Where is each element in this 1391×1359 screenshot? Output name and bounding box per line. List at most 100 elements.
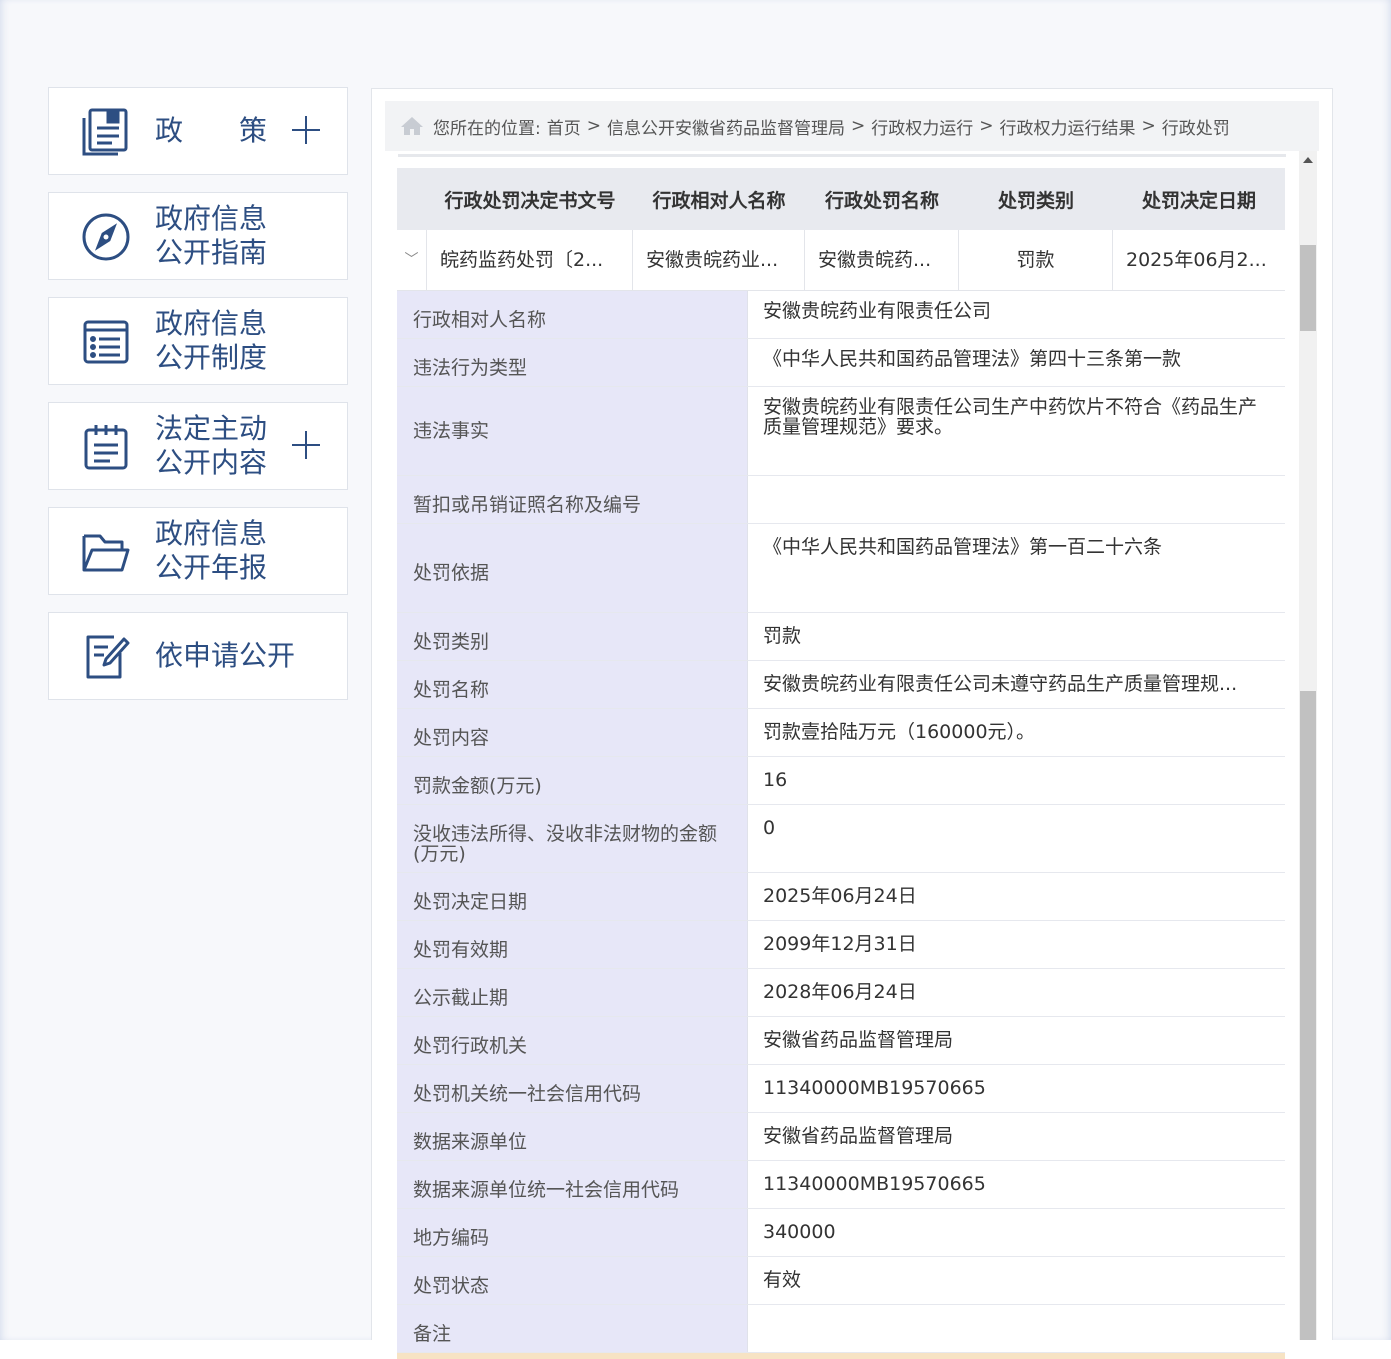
detail-row: 罚款金额(万元) 16 bbox=[397, 757, 1285, 805]
breadcrumb-home[interactable]: 首页 bbox=[547, 114, 581, 139]
detail-label: 处罚机关统一社会信用代码 bbox=[397, 1065, 748, 1112]
sidebar-item-label: 政府信息 公开年报 bbox=[155, 517, 268, 584]
breadcrumb: 您所在的位置: 首页 > 信息公开安徽省药品监督管理局 > 行政权力运行 > 行… bbox=[385, 101, 1319, 151]
detail-row: 公示截止期 2028年06月24日 bbox=[397, 969, 1285, 1017]
scroll-thumb[interactable] bbox=[1300, 691, 1316, 1340]
detail-row: 违法行为类型 《中华人民共和国药品管理法》第四十三条第一款 bbox=[397, 339, 1285, 387]
divider bbox=[398, 154, 1286, 157]
detail-label: 违法行为类型 bbox=[397, 339, 748, 386]
table-row[interactable]: ﹀ 皖药监药处罚〔2... 安徽贵皖药业... 安徽贵皖药... 罚款 2025… bbox=[397, 230, 1285, 291]
sidebar-item-label: 政 策 bbox=[155, 114, 268, 147]
detail-value: 安徽省药品监督管理局 bbox=[763, 1029, 954, 1051]
breadcrumb-separator: > bbox=[979, 116, 994, 136]
chevron-down-icon[interactable]: ﹀ bbox=[397, 230, 427, 290]
detail-row: 处罚名称 安徽贵皖药业有限责任公司未遵守药品生产质量管理规... bbox=[397, 661, 1285, 709]
detail-row: 地方编码 340000 bbox=[397, 1209, 1285, 1257]
breadcrumb-separator: > bbox=[586, 116, 601, 136]
detail-row: 处罚决定日期 2025年06月24日 bbox=[397, 873, 1285, 921]
detail-row: 处罚行政机关 安徽省药品监督管理局 bbox=[397, 1017, 1285, 1065]
detail-value: 安徽贵皖药业有限责任公司未遵守药品生产质量管理规... bbox=[763, 673, 1238, 695]
detail-value bbox=[748, 476, 1285, 523]
detail-value: 16 bbox=[763, 769, 788, 791]
folder-icon bbox=[80, 526, 132, 578]
column-header-decision-date: 处罚决定日期 bbox=[1141, 189, 1256, 212]
sidebar-item-apply[interactable]: 依申请公开 bbox=[48, 612, 348, 700]
expand-plus-icon[interactable] bbox=[291, 430, 321, 460]
sidebar-item-label: 依申请公开 bbox=[155, 639, 296, 672]
expand-plus-icon[interactable] bbox=[291, 115, 321, 145]
sidebar-item-label: 政府信息 公开制度 bbox=[155, 307, 268, 374]
sidebar-item-system[interactable]: 政府信息 公开制度 bbox=[48, 297, 348, 385]
detail-value: 《中华人民共和国药品管理法》第一百二十六条 bbox=[763, 536, 1163, 558]
detail-panel: 行政相对人名称 安徽贵皖药业有限责任公司 违法行为类型 《中华人民共和国药品管理… bbox=[397, 291, 1285, 1359]
breadcrumb-prefix: 您所在的位置: bbox=[433, 118, 541, 139]
detail-value: 安徽省药品监督管理局 bbox=[763, 1125, 954, 1147]
penalty-table: 行政处罚决定书文号 行政相对人名称 行政处罚名称 处罚类别 处罚决定日期 ﹀ 皖… bbox=[397, 168, 1285, 1359]
detail-value: 2025年06月24日 bbox=[763, 885, 917, 907]
detail-label: 违法事实 bbox=[397, 387, 748, 475]
edit-document-icon bbox=[80, 631, 132, 683]
detail-label: 处罚依据 bbox=[397, 524, 748, 612]
sidebar-item-statutory[interactable]: 法定主动 公开内容 bbox=[48, 402, 348, 490]
detail-label: 处罚行政机关 bbox=[397, 1017, 748, 1064]
clipboard-icon bbox=[80, 421, 132, 473]
sidebar-item-label: 政府信息 公开指南 bbox=[155, 202, 268, 269]
detail-label: 处罚有效期 bbox=[397, 921, 748, 968]
detail-row: 没收违法所得、没收非法财物的金额(万元) 0 bbox=[397, 805, 1285, 873]
column-header-penalty-type: 处罚类别 bbox=[997, 189, 1074, 212]
column-header-doc-number: 行政处罚决定书文号 bbox=[444, 189, 616, 212]
detail-row: 处罚机关统一社会信用代码 11340000MB19570665 bbox=[397, 1065, 1285, 1113]
table-cell: 安徽贵皖药业... bbox=[633, 230, 805, 290]
detail-row: 行政相对人名称 安徽贵皖药业有限责任公司 bbox=[397, 291, 1285, 339]
breadcrumb-admin-power[interactable]: 行政权力运行 bbox=[871, 114, 973, 139]
detail-row: 数据来源单位 安徽省药品监督管理局 bbox=[397, 1113, 1285, 1161]
detail-value: 2028年06月24日 bbox=[763, 981, 917, 1003]
document-stack-icon bbox=[80, 106, 132, 158]
detail-value: 安徽贵皖药业有限责任公司 bbox=[763, 300, 992, 322]
detail-label: 处罚内容 bbox=[397, 709, 748, 756]
column-header-party-name: 行政相对人名称 bbox=[652, 189, 786, 212]
breadcrumb-admin-result[interactable]: 行政权力运行结果 bbox=[999, 114, 1135, 139]
breadcrumb-info-open[interactable]: 信息公开安徽省药品监督管理局 bbox=[607, 114, 845, 139]
sidebar-item-annual-report[interactable]: 政府信息 公开年报 bbox=[48, 507, 348, 595]
sidebar-item-guide[interactable]: 政府信息 公开指南 bbox=[48, 192, 348, 280]
scrollbar[interactable] bbox=[1299, 151, 1317, 1340]
list-document-icon bbox=[80, 316, 132, 368]
detail-label: 暂扣或吊销证照名称及编号 bbox=[397, 476, 748, 523]
table-cell: 罚款 bbox=[959, 230, 1113, 290]
detail-value: 罚款 bbox=[763, 625, 802, 647]
detail-label: 行政相对人名称 bbox=[397, 291, 748, 338]
detail-label: 罚款金额(万元) bbox=[397, 757, 748, 804]
detail-row: 违法事实 安徽贵皖药业有限责任公司生产中药饮片不符合《药品生产质量管理规范》要求… bbox=[397, 387, 1285, 476]
detail-label: 公示截止期 bbox=[397, 969, 748, 1016]
scroll-thumb[interactable] bbox=[1300, 245, 1316, 331]
detail-row: 处罚类别 罚款 bbox=[397, 613, 1285, 661]
sidebar: 政 策 政府信息 公开指南 政府信息 公开制度 法定主动 公开内容 政府信息 公… bbox=[48, 87, 348, 717]
detail-value: 有效 bbox=[763, 1269, 802, 1291]
detail-row: 处罚状态 有效 bbox=[397, 1257, 1285, 1305]
detail-label: 处罚状态 bbox=[397, 1257, 748, 1304]
next-table-row bbox=[397, 1353, 1285, 1359]
table-cell: 安徽贵皖药... bbox=[805, 230, 959, 290]
detail-row: 处罚内容 罚款壹拾陆万元（160000元）。 bbox=[397, 709, 1285, 757]
sidebar-item-policy[interactable]: 政 策 bbox=[48, 87, 348, 175]
detail-label: 备注 bbox=[397, 1305, 748, 1352]
detail-value: 11340000MB19570665 bbox=[763, 1077, 986, 1099]
home-icon bbox=[401, 117, 423, 135]
detail-value: 0 bbox=[763, 817, 776, 839]
detail-label: 数据来源单位 bbox=[397, 1113, 748, 1160]
detail-label: 地方编码 bbox=[397, 1209, 748, 1256]
detail-value: 11340000MB19570665 bbox=[763, 1173, 986, 1195]
scroll-up-arrow-icon[interactable] bbox=[1303, 157, 1313, 163]
detail-label: 没收违法所得、没收非法财物的金额(万元) bbox=[397, 805, 748, 872]
breadcrumb-current[interactable]: 行政处罚 bbox=[1162, 114, 1230, 139]
breadcrumb-separator: > bbox=[1141, 116, 1156, 136]
detail-label: 数据来源单位统一社会信用代码 bbox=[397, 1161, 748, 1208]
detail-value: 2099年12月31日 bbox=[763, 933, 917, 955]
detail-value: 《中华人民共和国药品管理法》第四十三条第一款 bbox=[763, 348, 1182, 370]
table-cell: 皖药监药处罚〔2... bbox=[427, 230, 633, 290]
compass-icon bbox=[80, 211, 132, 263]
detail-value: 罚款壹拾陆万元（160000元）。 bbox=[763, 721, 1036, 743]
breadcrumb-separator: > bbox=[850, 116, 866, 136]
column-header-penalty-name: 行政处罚名称 bbox=[824, 189, 939, 212]
